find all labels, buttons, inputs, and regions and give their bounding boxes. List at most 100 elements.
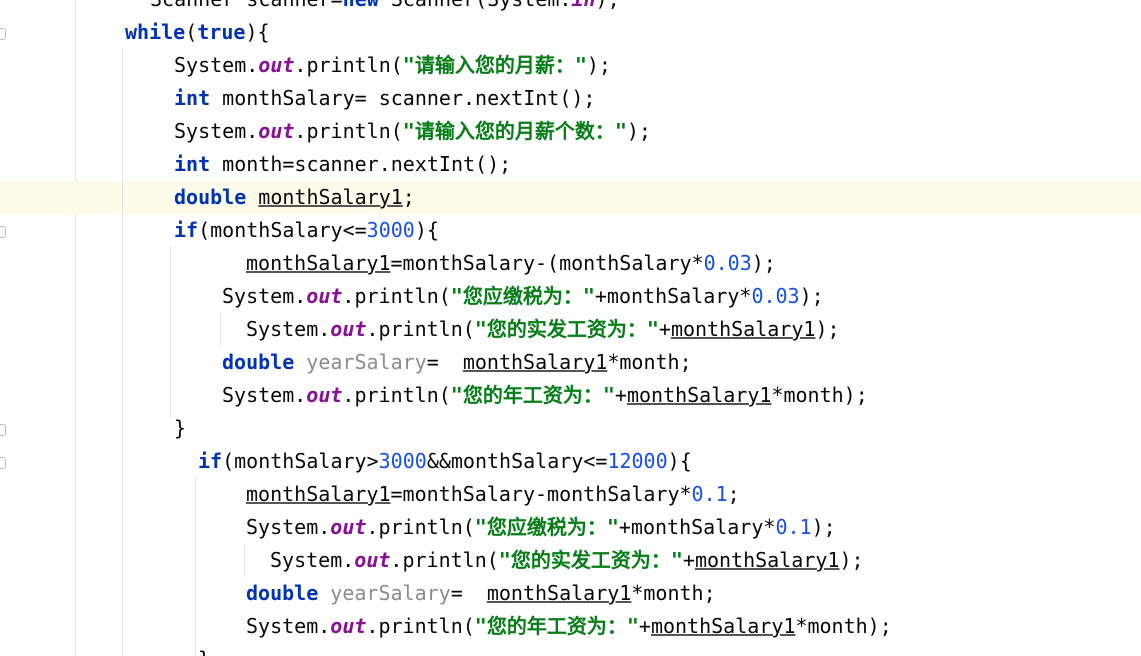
code-line[interactable]: System.out.println("您的实发工资为："+monthSalar… [270,544,864,577]
code-token: *month); [771,383,868,407]
code-token: 3000 [378,449,427,473]
code-token: if [198,449,223,473]
code-line[interactable]: Scanner scanner=new Scanner(System.in); [150,0,620,16]
fold-marker-icon[interactable] [0,424,6,436]
code-token: System. [174,53,259,77]
code-token: out [330,317,367,341]
code-line[interactable]: System.out.println("您的实发工资为："+monthSalar… [246,313,840,346]
code-token: ){ [414,218,439,242]
code-token: out [258,53,295,77]
gutter-divider [75,0,76,656]
code-editor[interactable]: Scanner scanner=new Scanner(System.in);w… [0,0,1141,656]
code-token: double [246,581,319,605]
code-token: out [306,383,343,407]
code-token: monthSalary1 [650,614,796,638]
code-line[interactable]: while(true){ [125,16,270,49]
code-token: new [343,0,379,11]
code-token: while [125,20,186,44]
code-line[interactable]: double yearSalary= monthSalary1*month; [222,346,692,379]
code-token: System. [174,119,259,143]
code-token: System. [222,383,307,407]
code-token: monthSalary= scanner.nextInt(); [210,86,596,110]
code-token: Scanner [150,0,246,11]
code-token: .println( [342,284,451,308]
indent-guide [220,313,221,346]
code-line[interactable]: System.out.println("您应缴税为："+monthSalary*… [246,511,836,544]
code-token: monthSalary1 [694,548,840,572]
code-line[interactable]: System.out.println("请输入您的月薪个数："); [174,115,651,148]
code-token: monthSalary1 [486,581,632,605]
code-line[interactable]: System.out.println("您应缴税为："+monthSalary*… [222,280,824,313]
code-token: System. [246,515,331,539]
code-line[interactable]: } [198,643,210,656]
code-line[interactable]: System.out.println("您的年工资为："+monthSalary… [222,379,868,412]
code-token: .println( [366,317,475,341]
code-token: .println( [342,383,451,407]
code-token: if [174,218,199,242]
code-token: " [450,284,463,308]
code-token: ; [727,482,740,506]
code-token: " [670,548,683,572]
code-token: ); [839,548,864,572]
code-token: 您的实发工资为： [486,317,647,341]
code-token: out [258,119,295,143]
code-token: " [474,317,487,341]
code-token: *month; [607,350,692,374]
code-line[interactable]: double yearSalary= monthSalary1*month; [246,577,716,610]
code-token: .println( [366,614,475,638]
code-line[interactable]: monthSalary1=monthSalary-monthSalary*0.1… [246,478,740,511]
code-line[interactable]: if(monthSalary>3000&&monthSalary<=12000)… [198,445,692,478]
code-token: System. [246,317,331,341]
code-line[interactable]: System.out.println("请输入您的月薪："); [174,49,611,82]
code-token: System. [246,614,331,638]
code-token: monthSalary1 [670,317,816,341]
code-token: monthSalary1 [258,185,403,209]
code-token: monthSalary1 [626,383,772,407]
code-token: .println( [294,119,403,143]
code-token: out [306,284,343,308]
code-line[interactable]: int monthSalary= scanner.nextInt(); [174,82,595,115]
code-line[interactable]: monthSalary1=monthSalary-(monthSalary*0.… [246,247,776,280]
code-token: = [426,350,463,374]
code-token: double [222,350,295,374]
code-token: yearSalary [330,581,451,605]
editor-gutter[interactable] [0,0,76,656]
code-token: " [474,614,487,638]
fold-marker-icon[interactable] [0,226,6,238]
code-token: 您的实发工资为： [510,548,671,572]
code-token: System. [270,548,355,572]
code-token: int [174,86,211,110]
code-line[interactable]: System.out.println("您的年工资为："+monthSalary… [246,610,892,643]
code-token: 您的年工资为： [486,614,627,638]
code-line[interactable]: if(monthSalary<=3000){ [174,214,439,247]
code-token: +monthSalary* [594,284,752,308]
code-token: month=scanner.nextInt(); [210,152,512,176]
code-token: monthSalary1 [246,251,391,275]
fold-marker-icon[interactable] [0,28,6,40]
code-token: " [626,614,639,638]
code-token: ); [626,119,651,143]
code-token: in [571,0,595,11]
code-token: (monthSalary> [222,449,379,473]
code-token: =monthSalary-(monthSalary* [390,251,704,275]
code-line[interactable]: double monthSalary1; [174,181,415,214]
code-token: Scanner(System. [379,0,572,11]
code-token: 12000 [607,449,668,473]
code-token: " [402,119,415,143]
current-line-highlight [0,181,1141,214]
code-line[interactable]: int month=scanner.nextInt(); [174,148,511,181]
fold-marker-icon[interactable] [0,457,6,469]
code-line[interactable]: } [174,412,186,445]
code-token: + [658,317,671,341]
code-token: } [198,647,210,656]
code-token: " [474,515,487,539]
code-token: = [331,0,343,11]
code-token: out [330,614,367,638]
code-token: 请输入您的月薪： [414,53,575,77]
code-token: 3000 [366,218,415,242]
code-token: *month; [631,581,716,605]
code-token: 0.1 [775,515,812,539]
code-token: " [606,515,619,539]
code-token: } [174,416,187,440]
